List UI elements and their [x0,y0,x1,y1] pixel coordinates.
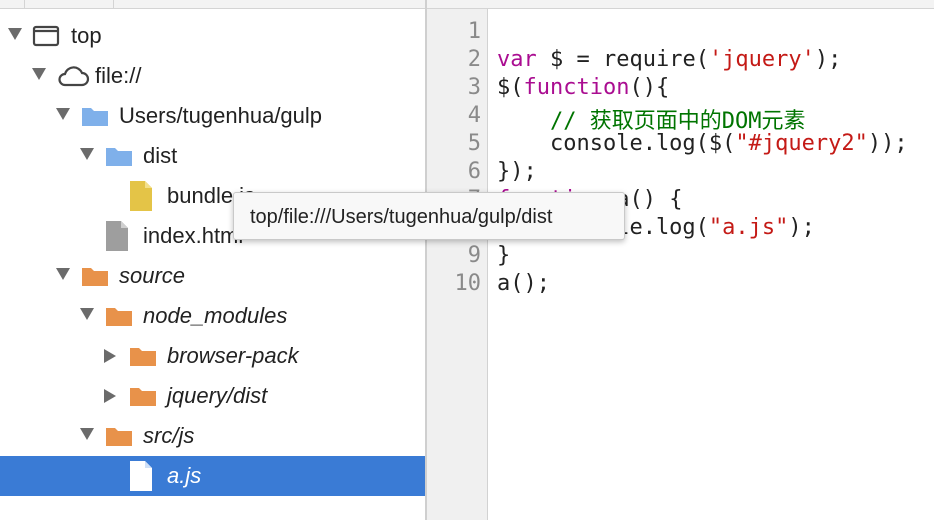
tree-item[interactable]: node_modules [0,296,425,336]
tree-item-label: node_modules [143,303,288,328]
code-editor[interactable]: 12345678910 var $ = require('jquery');$(… [427,0,934,520]
editor-toolbar [427,0,934,9]
tree-item-label: source [119,263,186,288]
file-icon [104,220,130,258]
line-number: 9 [467,243,481,268]
code-token: "#jquery2" [735,131,868,156]
file-js-icon [128,180,154,218]
frame-icon [32,22,60,56]
tree-item[interactable]: jquery/dist [0,376,425,416]
line-number: 1 [467,19,481,44]
code-token: )); [867,131,908,156]
line-number: 2 [467,47,481,72]
tree-item[interactable]: src/js [0,416,425,456]
tree-item-label: dist [143,143,178,168]
disclosure-expanded-icon[interactable] [32,68,46,80]
code-line: var $ = require('jquery'); [497,47,841,72]
tree-item[interactable]: browser-pack [0,336,425,376]
file-icon [128,460,154,498]
path-tooltip: top/file:///Users/tugenhua/gulp/dist [233,192,625,240]
cloud-icon [56,62,90,96]
tree-item-label: browser-pack [167,343,299,368]
tree-toolbar [0,0,425,9]
code-line: $(function(){ [497,75,669,100]
code-line: console.log($("#jquery2")); [497,131,908,156]
code-token: ); [814,47,842,72]
folder-icon [104,302,134,336]
code-token: 'jquery' [708,47,815,72]
line-number: 3 [467,75,481,100]
tree-item-label: a.js [167,463,202,488]
code-token: $ = require( [536,47,709,72]
tree-item-label: index.html [143,223,244,248]
disclosure-expanded-icon[interactable] [56,108,70,120]
code-token: function [523,75,630,100]
disclosure-expanded-icon[interactable] [56,268,70,280]
line-number: 6 [467,159,481,184]
line-number-gutter: 12345678910 [427,9,488,520]
code-line: a(); [497,271,550,296]
folder-icon [104,422,134,456]
line-number: 5 [467,131,481,156]
code-token: console.log($( [497,131,736,156]
folder-icon [80,262,110,296]
code-token: }); [497,159,537,184]
tree-item-label: src/js [143,423,195,448]
folder-icon [80,102,110,136]
code-token: ); [788,215,815,240]
line-number: 10 [454,271,482,296]
disclosure-expanded-icon[interactable] [80,148,94,160]
folder-icon [128,382,158,416]
tree-item[interactable]: dist [0,136,425,176]
tree-item[interactable]: top [0,16,425,56]
code-token: (){ [629,75,670,100]
disclosure-collapsed-icon[interactable] [104,389,116,403]
tree-item[interactable]: a.js [0,456,425,496]
disclosure-collapsed-icon[interactable] [104,349,116,363]
code-line: } [497,243,510,268]
tree-item[interactable]: file:// [0,56,425,96]
code-token: $( [497,75,524,100]
disclosure-expanded-icon[interactable] [80,308,94,320]
code-token: a(); [497,271,550,296]
tree-item[interactable]: source [0,256,425,296]
tree-item-label: Users/tugenhua/gulp [119,103,323,128]
folder-icon [128,342,158,376]
tree-item-label: file:// [95,63,142,88]
line-number: 4 [467,103,481,128]
folder-icon [104,142,134,176]
disclosure-expanded-icon[interactable] [8,28,22,40]
tree-item[interactable]: Users/tugenhua/gulp [0,96,425,136]
file-tree-panel: top file://Users/tugenhua/gulp dist bundle.… [0,0,425,520]
disclosure-expanded-icon[interactable] [80,428,94,440]
code-line: }); [497,159,537,184]
code-token: "a.js" [708,215,789,240]
code-token: var [497,47,537,72]
tree-item-label: top [71,23,102,48]
code-token: } [497,243,511,268]
tree-item-label: jquery/dist [167,383,268,408]
